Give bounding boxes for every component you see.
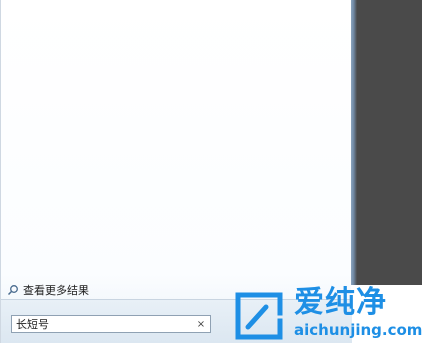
start-search-box[interactable]: × [11,315,211,333]
window-edge-seam [351,0,357,285]
screenshot-stage: 查看更多结果 × 爱纯净 aichunjing.com [0,0,422,343]
desktop-background [351,0,422,285]
start-search-input[interactable] [12,316,194,332]
search-icon [7,284,19,296]
search-results-area [1,0,352,280]
see-more-results-label: 查看更多结果 [23,284,89,297]
close-icon[interactable]: × [194,317,208,331]
see-more-results-link[interactable]: 查看更多结果 [7,283,89,297]
start-menu-panel: 查看更多结果 × [0,0,352,343]
